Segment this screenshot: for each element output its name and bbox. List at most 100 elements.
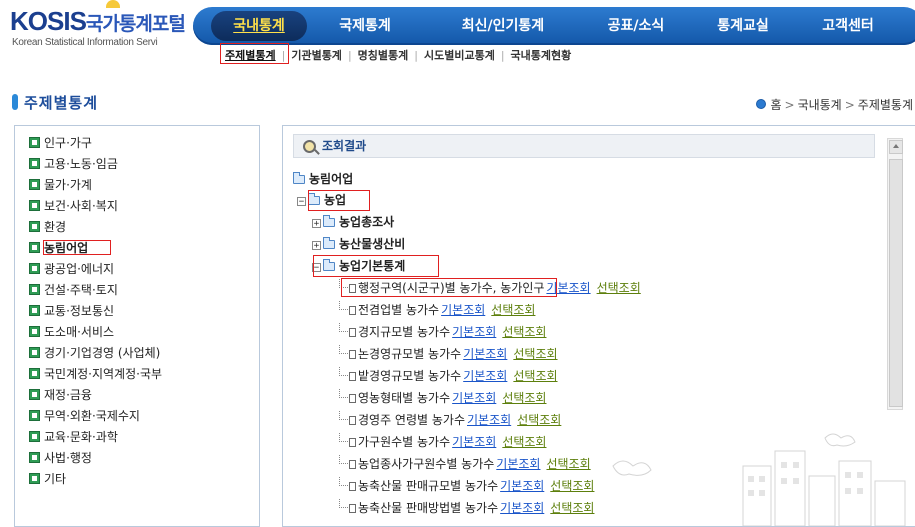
table-icon: [349, 460, 356, 469]
table-icon: [349, 482, 356, 491]
topic-bullet-icon: [29, 389, 40, 400]
breadcrumb-home[interactable]: 홈: [770, 98, 781, 112]
select-query-link[interactable]: 선택조회: [502, 391, 546, 405]
topic-sidebar: 인구·가구 고용·노동·임금 물가·가계 보건·사회·복지 환경 농림어업 광공…: [14, 125, 260, 527]
basic-query-link[interactable]: 기본조회: [463, 347, 507, 361]
expand-icon[interactable]: +: [312, 219, 321, 229]
basic-query-link[interactable]: 기본조회: [467, 413, 511, 427]
topic-bullet-icon: [29, 200, 40, 211]
basic-query-link[interactable]: 기본조회: [441, 303, 485, 317]
leaf-label: 밭경영규모별 농가수: [358, 369, 462, 383]
select-query-link[interactable]: 선택조회: [517, 413, 561, 427]
tree-leaf[interactable]: 경영주 연령별 농가수 기본조회 선택조회: [339, 411, 561, 429]
basic-query-link[interactable]: 기본조회: [496, 457, 540, 471]
global-nav: 국내통계 국제통계 최신/인기통계 공표/소식 통계교실 고객센터: [193, 7, 915, 45]
sidebar-item-health[interactable]: 보건·사회·복지: [29, 197, 118, 215]
select-query-link[interactable]: 선택조회: [502, 325, 546, 339]
select-query-link[interactable]: 선택조회: [502, 435, 546, 449]
gnb-publications-news[interactable]: 공표/소식: [591, 7, 681, 45]
results-header: 조회결과: [293, 134, 875, 158]
sidebar-item-label: 환경: [44, 220, 67, 234]
sidebar-item-label: 무역·외환·국제수지: [44, 409, 140, 423]
tree-leaf[interactable]: 전겸업별 농가수 기본조회 선택조회: [339, 301, 535, 319]
tree-node-agri-census[interactable]: + 농업총조사: [312, 213, 394, 231]
sidebar-item-mining-energy[interactable]: 광공업·에너지: [29, 260, 114, 278]
subnav-by-region-compare[interactable]: 시도별비교통계: [421, 47, 498, 63]
sidebar-item-label: 기타: [44, 472, 67, 486]
scroll-thumb[interactable]: [889, 159, 903, 407]
topic-bullet-icon: [29, 137, 40, 148]
leaf-label: 경지규모별 농가수: [358, 325, 451, 339]
select-query-link[interactable]: 선택조회: [550, 501, 594, 515]
breadcrumb: 홈 > 국내통계 > 주제별통계: [756, 96, 913, 113]
sidebar-item-employment[interactable]: 고용·노동·임금: [29, 155, 118, 173]
sidebar-item-justice[interactable]: 사법·행정: [29, 449, 92, 467]
tree-leaf[interactable]: 농업종사가구원수별 농가수 기본조회 선택조회: [339, 455, 591, 473]
collapse-icon[interactable]: −: [297, 197, 306, 207]
sidebar-item-population[interactable]: 인구·가구: [29, 134, 92, 152]
tree-leaf[interactable]: 영농형태별 농가수 기본조회 선택조회: [339, 389, 546, 407]
sidebar-item-finance[interactable]: 재정·금융: [29, 386, 92, 404]
scroll-up-icon[interactable]: [889, 140, 903, 154]
basic-query-link[interactable]: 기본조회: [500, 479, 544, 493]
topic-bullet-icon: [29, 284, 40, 295]
leaf-label: 논경영규모별 농가수: [358, 347, 462, 361]
sidebar-item-prices[interactable]: 물가·가계: [29, 176, 92, 194]
select-query-link[interactable]: 선택조회: [491, 303, 535, 317]
subnav-by-name[interactable]: 명칭별통계: [355, 47, 412, 63]
tree-leaf[interactable]: 농축산물 판매규모별 농가수 기본조회 선택조회: [339, 477, 594, 495]
select-query-link[interactable]: 선택조회: [550, 479, 594, 493]
select-query-link[interactable]: 선택조회: [546, 457, 590, 471]
subnav-by-agency[interactable]: 기관별통계: [288, 47, 345, 63]
logo-korean-text: 국가통계포털: [85, 14, 186, 35]
tree-leaf[interactable]: 논경영규모별 농가수 기본조회 선택조회: [339, 345, 558, 363]
tree-leaf[interactable]: 경지규모별 농가수 기본조회 선택조회: [339, 323, 546, 341]
basic-query-link[interactable]: 기본조회: [452, 325, 496, 339]
gnb-international-stats[interactable]: 국제통계: [315, 7, 415, 45]
select-query-link[interactable]: 선택조회: [513, 369, 557, 383]
leaf-label: 농업종사가구원수별 농가수: [358, 457, 495, 471]
gnb-latest-popular-stats[interactable]: 최신/인기통계: [448, 7, 558, 45]
select-query-link[interactable]: 선택조회: [513, 347, 557, 361]
tree-node-production-cost[interactable]: + 농산물생산비: [312, 235, 405, 253]
gnb-domestic-stats[interactable]: 국내통계: [211, 11, 307, 41]
sidebar-item-retail[interactable]: 도소매·서비스: [29, 323, 114, 341]
topic-bullet-icon: [29, 158, 40, 169]
table-icon: [349, 438, 356, 447]
sidebar-item-label: 건설·주택·토지: [44, 283, 118, 297]
expand-icon[interactable]: +: [312, 241, 321, 251]
tree-node-root[interactable]: 농림어업: [293, 170, 353, 188]
topic-bullet-icon: [29, 431, 40, 442]
breadcrumb-domestic[interactable]: 국내통계: [798, 98, 842, 112]
tree-leaf[interactable]: 가구원수별 농가수 기본조회 선택조회: [339, 433, 546, 451]
sidebar-item-transport[interactable]: 교통·정보통신: [29, 302, 114, 320]
select-query-link[interactable]: 선택조회: [597, 281, 641, 295]
sidebar-item-trade[interactable]: 무역·외환·국제수지: [29, 407, 140, 425]
basic-query-link[interactable]: 기본조회: [463, 369, 507, 383]
basic-query-link[interactable]: 기본조회: [452, 391, 496, 405]
basic-query-link[interactable]: 기본조회: [452, 435, 496, 449]
sidebar-item-environment[interactable]: 환경: [29, 218, 66, 236]
subnav-domestic-status[interactable]: 국내통계현황: [508, 47, 575, 63]
sidebar-item-other[interactable]: 기타: [29, 470, 66, 488]
folder-icon: [293, 172, 305, 184]
sidebar-item-construction[interactable]: 건설·주택·토지: [29, 281, 118, 299]
gnb-customer-center[interactable]: 고객센터: [808, 7, 888, 45]
table-icon: [349, 372, 356, 381]
sidebar-item-business[interactable]: 경기·기업경영 (사업체): [29, 344, 160, 362]
kosis-logo[interactable]: KOSIS국가통계포털 Korean Statistical Informati…: [10, 0, 186, 51]
tree-leaf[interactable]: 농축산물 판매방법별 농가수 기본조회 선택조회: [339, 499, 594, 517]
results-scrollbar[interactable]: [887, 138, 903, 410]
tree-connector: [339, 411, 348, 420]
tree-node-label: 농산물생산비: [339, 237, 406, 251]
tree-leaf[interactable]: 밭경영규모별 농가수 기본조회 선택조회: [339, 367, 558, 385]
basic-query-link[interactable]: 기본조회: [500, 501, 544, 515]
table-icon: [349, 504, 356, 513]
sidebar-item-education[interactable]: 교육·문화·과학: [29, 428, 118, 446]
table-icon: [349, 394, 356, 403]
sidebar-item-label: 교통·정보통신: [44, 304, 115, 318]
tree-connector: [339, 389, 348, 398]
sidebar-item-national-accounts[interactable]: 국민계정·지역계정·국부: [29, 365, 162, 383]
tree-connector: [339, 301, 348, 310]
gnb-stats-class[interactable]: 통계교실: [703, 7, 783, 45]
